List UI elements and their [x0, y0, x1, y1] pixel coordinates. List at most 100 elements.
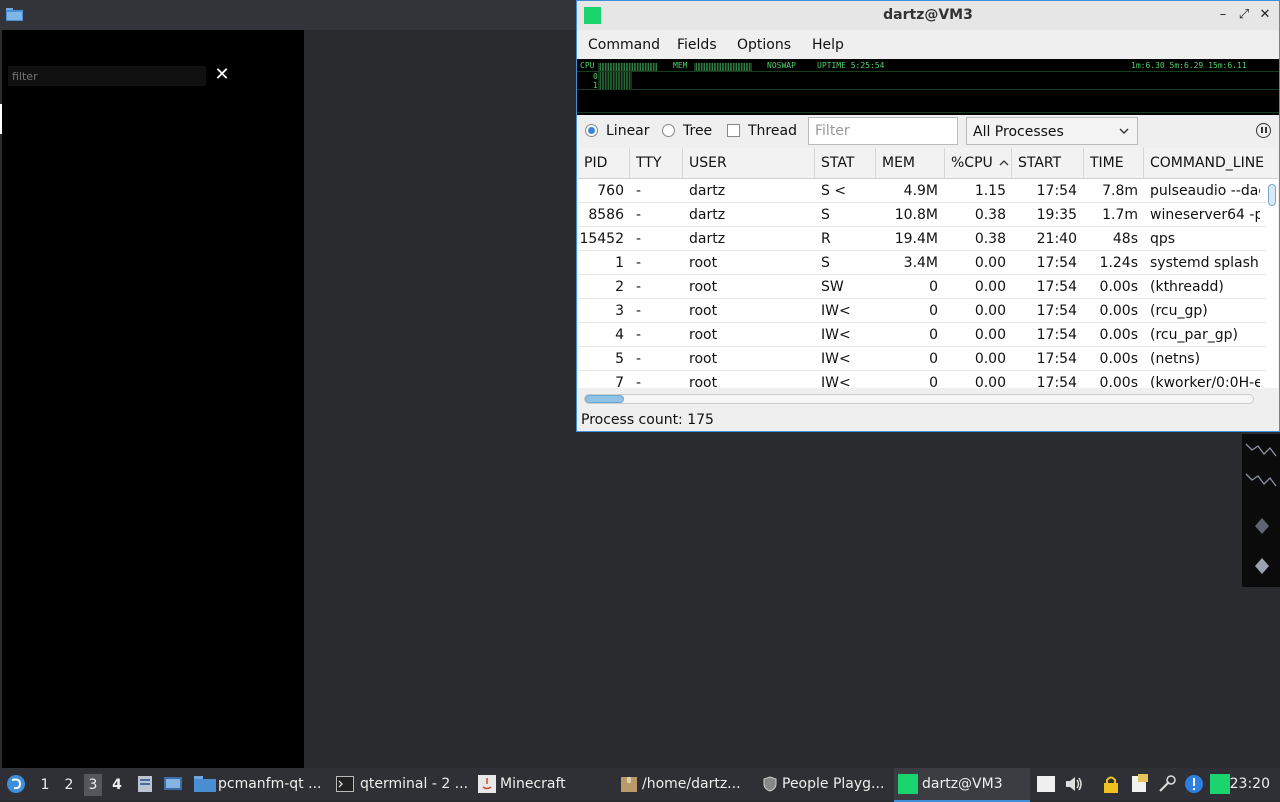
- col-user[interactable]: USER: [683, 148, 815, 178]
- workspace-2[interactable]: 2: [60, 774, 78, 796]
- menu-command[interactable]: Command: [588, 37, 660, 53]
- folder-icon[interactable]: [6, 7, 23, 21]
- close-icon[interactable]: ✕: [214, 66, 230, 84]
- thread-checkbox[interactable]: [727, 124, 740, 137]
- left-filter-input[interactable]: [8, 66, 206, 86]
- cell-pid: 5: [615, 351, 624, 367]
- sort-ascending-icon: [999, 160, 1009, 166]
- col-time[interactable]: TIME: [1084, 148, 1144, 178]
- info-icon[interactable]: [1184, 774, 1204, 794]
- table-row[interactable]: 1- root S 3.4M 0.00 17:54 1.24s systemd splash: [578, 251, 1266, 275]
- cell-time: 0.00s: [1099, 303, 1138, 319]
- cell-tty: -: [636, 255, 642, 271]
- col-start[interactable]: START: [1012, 148, 1084, 178]
- screen-icon[interactable]: [164, 776, 182, 792]
- cell-command-line: (rcu_par_gp): [1150, 327, 1238, 343]
- col-command-line[interactable]: COMMAND_LINE: [1144, 148, 1278, 178]
- graph-uptime-label: UPTIME 5:25:54: [817, 61, 885, 70]
- table-row[interactable]: 2- root SW 0 0.00 17:54 0.00s (kthreadd): [578, 275, 1266, 299]
- col-tty[interactable]: TTY: [630, 148, 683, 178]
- lock-icon[interactable]: [1102, 774, 1120, 794]
- cell-pid: 1: [615, 255, 624, 271]
- workspace-1[interactable]: 1: [36, 774, 54, 796]
- vertical-scrollbar[interactable]: [1266, 180, 1276, 380]
- filter-input[interactable]: [808, 117, 958, 145]
- cell-pid: 4: [615, 327, 624, 343]
- cell-time: 0.00s: [1099, 327, 1138, 343]
- table-row[interactable]: 760- dartz S < 4.9M 1.15 17:54 7.8m pulseaudio …: [578, 179, 1266, 203]
- table-row[interactable]: 5- root IW< 0 0.00 17:54 0.00s (netns): [578, 347, 1266, 371]
- col-pid[interactable]: PID: [578, 148, 630, 178]
- cell-tty: -: [636, 351, 642, 367]
- cell-start: 17:54: [1036, 183, 1077, 199]
- file-manager-icon[interactable]: [136, 776, 154, 792]
- maximize-button[interactable]: ⤢: [1236, 6, 1252, 24]
- task-qterminal[interactable]: qterminal - 2 ...: [334, 768, 468, 800]
- process-count-status: Process count: 175: [581, 412, 714, 428]
- cell-tty: -: [636, 231, 642, 247]
- task-qps[interactable]: dartz@VM3: [894, 768, 1030, 802]
- desktop-top-strip: [0, 0, 576, 30]
- cell-time: 48s: [1112, 231, 1138, 247]
- graph-load-label: 1m:6.30 5m:6.29 15m:6.11: [1131, 61, 1247, 70]
- table-row[interactable]: 4- root IW< 0 0.00 17:54 0.00s (rcu_par_gp): [578, 323, 1266, 347]
- task-minecraft[interactable]: Minecraft: [476, 768, 610, 800]
- close-button[interactable]: ✕: [1257, 6, 1273, 24]
- qps-icon: [898, 774, 918, 794]
- cell-mem: 4.9M: [903, 183, 938, 199]
- cell-stat: IW<: [821, 375, 851, 388]
- cell-time: 7.8m: [1102, 183, 1138, 199]
- horizontal-scroll-thumb[interactable]: [585, 395, 624, 403]
- shield-icon: [763, 776, 777, 792]
- menu-options[interactable]: Options: [737, 37, 791, 53]
- volume-icon[interactable]: [1064, 774, 1084, 794]
- pause-icon[interactable]: [1256, 123, 1271, 138]
- col-cpu[interactable]: %CPU: [945, 148, 1012, 178]
- taskbar: 1 2 3 4 pcmanfm-qt ... qterminal - 2 ...…: [0, 768, 1280, 802]
- process-table: PID TTY USER STAT MEM %CPU START TIME CO…: [578, 148, 1278, 388]
- notes-icon[interactable]: [1130, 774, 1150, 794]
- cell-cpu: 0.00: [974, 351, 1006, 367]
- cell-command-line: (netns): [1150, 351, 1201, 367]
- table-row[interactable]: 8586- dartz S 10.8M 0.38 19:35 1.7m wineserver6…: [578, 203, 1266, 227]
- col-mem[interactable]: MEM: [876, 148, 945, 178]
- tree-radio[interactable]: [662, 124, 675, 137]
- table-row[interactable]: 3- root IW< 0 0.00 17:54 0.00s (rcu_gp): [578, 299, 1266, 323]
- table-row[interactable]: 15452- dartz R 19.4M 0.38 21:40 48s qps: [578, 227, 1266, 251]
- cell-command-line: pulseaudio --daemonize: [1150, 183, 1260, 199]
- process-select[interactable]: All Processes: [966, 117, 1138, 145]
- clipboard-icon[interactable]: [1036, 775, 1056, 793]
- cell-user: root: [689, 327, 718, 343]
- chevron-down-icon: [1119, 128, 1129, 134]
- cell-pid: 2: [615, 279, 624, 295]
- cell-start: 21:40: [1036, 231, 1077, 247]
- network-icon[interactable]: [1157, 774, 1177, 794]
- workspace-4[interactable]: 4: [108, 774, 126, 796]
- task-label: dartz@VM3: [922, 776, 1003, 792]
- cell-mem: 3.4M: [903, 255, 938, 271]
- table-row[interactable]: 7- root IW< 0 0.00 17:54 0.00s (kworker/0:0H-ev…: [578, 371, 1266, 388]
- workspace-3[interactable]: 3: [84, 774, 102, 796]
- qps-tray-icon[interactable]: [1210, 774, 1230, 794]
- menu-help[interactable]: Help: [812, 37, 844, 53]
- cell-cpu: 0.00: [974, 255, 1006, 271]
- start-menu-icon[interactable]: [6, 774, 26, 794]
- minimize-button[interactable]: –: [1215, 6, 1231, 24]
- cell-cpu: 0.00: [974, 375, 1006, 388]
- task-pcmanfm[interactable]: pcmanfm-qt ...: [192, 768, 326, 800]
- vertical-scroll-thumb[interactable]: [1268, 184, 1276, 206]
- cell-start: 17:54: [1036, 375, 1077, 388]
- task-people-playground[interactable]: People Playg...: [760, 768, 894, 800]
- cell-pid: 15452: [579, 231, 624, 247]
- graph-noswap-label: NOSWAP: [767, 61, 796, 70]
- clock[interactable]: 23:20: [1230, 768, 1270, 800]
- cell-time: 0.00s: [1099, 351, 1138, 367]
- linear-radio[interactable]: [585, 124, 598, 137]
- task-home-dartz[interactable]: /home/dartz...: [618, 768, 752, 800]
- window-titlebar[interactable]: dartz@VM3 – ⤢ ✕: [577, 1, 1279, 30]
- cell-pid: 7: [615, 375, 624, 388]
- menu-fields[interactable]: Fields: [677, 37, 717, 53]
- horizontal-scrollbar[interactable]: [584, 394, 1254, 404]
- cell-tty: -: [636, 279, 642, 295]
- col-stat[interactable]: STAT: [815, 148, 876, 178]
